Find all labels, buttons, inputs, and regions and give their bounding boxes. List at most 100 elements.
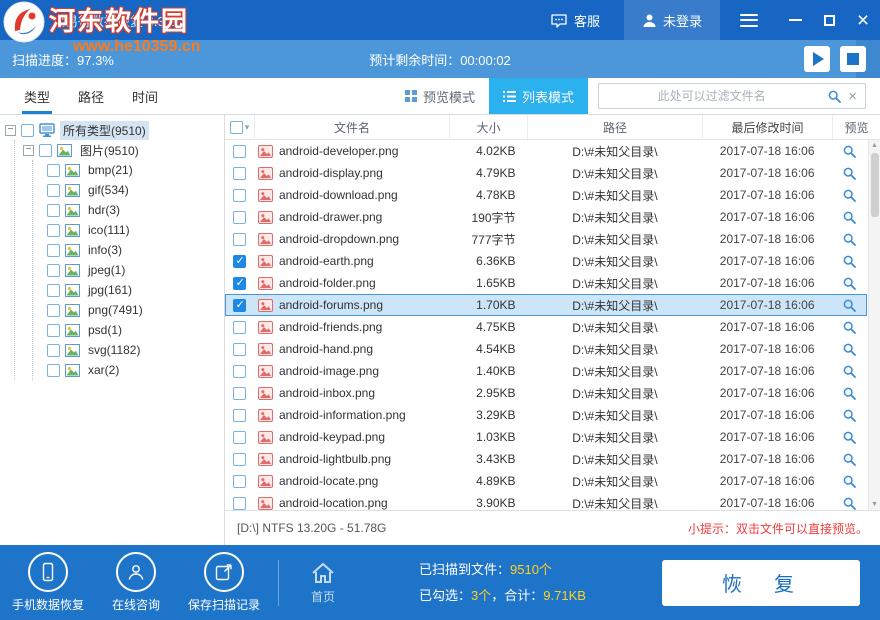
preview-magnifier-icon[interactable] (843, 497, 856, 510)
tree-item-checkbox[interactable] (47, 283, 60, 297)
minimize-button[interactable] (778, 0, 812, 40)
tree-root-checkbox[interactable] (21, 123, 34, 137)
save-scan-record-button[interactable]: 保存扫描记录 (180, 552, 268, 613)
table-row[interactable]: android-image.png 1.40KB D:\#未知父目录\ 2017… (225, 360, 867, 382)
header-size[interactable]: 大小 (450, 115, 528, 139)
tree-item[interactable]: xar(2) (47, 360, 224, 380)
preview-magnifier-icon[interactable] (843, 453, 856, 466)
tree-root-item[interactable]: − 所有类型(9510) (5, 120, 224, 140)
preview-magnifier-icon[interactable] (843, 277, 856, 290)
row-checkbox[interactable] (233, 408, 247, 422)
row-checkbox[interactable] (233, 232, 247, 246)
scroll-down-icon[interactable]: ▼ (871, 499, 878, 510)
table-row[interactable]: android-download.png 4.78KB D:\#未知父目录\ 2… (225, 184, 867, 206)
preview-magnifier-icon[interactable] (843, 321, 856, 334)
table-row[interactable]: android-display.png 4.79KB D:\#未知父目录\ 20… (225, 162, 867, 184)
row-checkbox[interactable] (233, 188, 247, 202)
header-select-all[interactable]: ▾ (225, 115, 255, 139)
table-row[interactable]: android-hand.png 4.54KB D:\#未知父目录\ 2017-… (225, 338, 867, 360)
scroll-up-icon[interactable]: ▲ (871, 140, 878, 151)
tree-item[interactable]: png(7491) (47, 300, 224, 320)
table-row[interactable]: android-folder.png 1.65KB D:\#未知父目录\ 201… (225, 272, 867, 294)
preview-magnifier-icon[interactable] (843, 233, 856, 246)
tree-item-checkbox[interactable] (47, 263, 60, 277)
preview-magnifier-icon[interactable] (843, 167, 856, 180)
row-checkbox[interactable] (233, 386, 247, 400)
tree-item-checkbox[interactable] (47, 163, 60, 177)
clear-filter-icon[interactable]: × (843, 88, 865, 105)
tree-item-checkbox[interactable] (47, 203, 60, 217)
header-mtime[interactable]: 最后修改时间 (703, 115, 833, 139)
tree-item-checkbox[interactable] (47, 363, 60, 377)
menu-icon[interactable] (740, 13, 758, 27)
table-row[interactable]: android-earth.png 6.36KB D:\#未知父目录\ 2017… (225, 250, 867, 272)
preview-magnifier-icon[interactable] (843, 409, 856, 422)
table-row[interactable]: android-friends.png 4.75KB D:\#未知父目录\ 20… (225, 316, 867, 338)
resume-scan-button[interactable] (804, 46, 830, 72)
header-filename[interactable]: 文件名 (255, 115, 450, 139)
preview-magnifier-icon[interactable] (843, 343, 856, 356)
login-button[interactable]: 未登录 (623, 0, 720, 40)
close-button[interactable]: × (846, 0, 880, 40)
tree-item-checkbox[interactable] (47, 343, 60, 357)
tab-time[interactable]: 时间 (118, 78, 172, 114)
row-checkbox[interactable] (233, 496, 247, 510)
table-row[interactable]: android-drawer.png 190字节 D:\#未知父目录\ 2017… (225, 206, 867, 228)
row-checkbox[interactable] (233, 210, 247, 224)
table-row[interactable]: android-forums.png 1.70KB D:\#未知父目录\ 201… (225, 294, 867, 316)
row-checkbox[interactable] (233, 452, 247, 466)
online-consult-button[interactable]: 在线咨询 (92, 552, 180, 613)
tree-item[interactable]: jpeg(1) (47, 260, 224, 280)
tree-item[interactable]: ico(111) (47, 220, 224, 240)
row-checkbox[interactable] (233, 144, 247, 158)
tree-item-checkbox[interactable] (47, 183, 60, 197)
row-checkbox[interactable] (233, 364, 247, 378)
tab-type[interactable]: 类型 (10, 78, 64, 114)
home-button[interactable]: 首页 (293, 561, 353, 605)
row-checkbox[interactable] (233, 276, 247, 290)
row-checkbox[interactable] (233, 254, 247, 268)
table-row[interactable]: android-developer.png 4.02KB D:\#未知父目录\ … (225, 140, 867, 162)
preview-magnifier-icon[interactable] (843, 431, 856, 444)
scrollbar-thumb[interactable] (870, 153, 879, 217)
preview-mode-button[interactable]: 预览模式 (391, 87, 489, 106)
tree-group-item[interactable]: − 图片(9510) (23, 140, 224, 160)
row-checkbox[interactable] (233, 320, 247, 334)
tree-expander-icon[interactable]: − (5, 124, 16, 136)
preview-magnifier-icon[interactable] (843, 211, 856, 224)
customer-service-button[interactable]: 客服 (550, 11, 600, 30)
phone-recovery-button[interactable]: 手机数据恢复 (4, 552, 92, 613)
preview-magnifier-icon[interactable] (843, 365, 856, 378)
table-row[interactable]: android-dropdown.png 777字节 D:\#未知父目录\ 20… (225, 228, 867, 250)
list-mode-button[interactable]: 列表模式 (488, 78, 588, 114)
tree-expander-icon[interactable]: − (23, 144, 34, 156)
preview-magnifier-icon[interactable] (843, 299, 856, 312)
table-row[interactable]: android-keypad.png 1.03KB D:\#未知父目录\ 201… (225, 426, 867, 448)
tree-item-checkbox[interactable] (47, 243, 60, 257)
tree-item[interactable]: svg(1182) (47, 340, 224, 360)
tree-item-checkbox[interactable] (47, 303, 60, 317)
table-row[interactable]: android-lightbulb.png 3.43KB D:\#未知父目录\ … (225, 448, 867, 470)
tree-item-checkbox[interactable] (47, 223, 60, 237)
row-checkbox[interactable] (233, 474, 247, 488)
table-row[interactable]: android-locate.png 4.89KB D:\#未知父目录\ 201… (225, 470, 867, 492)
preview-magnifier-icon[interactable] (843, 189, 856, 202)
tree-item[interactable]: bmp(21) (47, 160, 224, 180)
tree-item[interactable]: info(3) (47, 240, 224, 260)
stop-scan-button[interactable] (840, 46, 866, 72)
preview-magnifier-icon[interactable] (843, 255, 856, 268)
tree-item[interactable]: hdr(3) (47, 200, 224, 220)
select-all-checkbox[interactable] (229, 120, 243, 134)
maximize-button[interactable] (812, 0, 846, 40)
row-checkbox[interactable] (233, 342, 247, 356)
tree-item[interactable]: jpg(161) (47, 280, 224, 300)
row-checkbox[interactable] (233, 298, 247, 312)
preview-magnifier-icon[interactable] (843, 475, 856, 488)
search-icon[interactable] (828, 90, 842, 103)
header-preview[interactable]: 预览 (833, 115, 880, 139)
tree-item[interactable]: psd(1) (47, 320, 224, 340)
filter-input[interactable] (599, 84, 825, 108)
tree-group-checkbox[interactable] (39, 143, 52, 157)
table-scrollbar[interactable]: ▲ ▼ (868, 140, 880, 510)
tab-path[interactable]: 路径 (64, 78, 118, 114)
